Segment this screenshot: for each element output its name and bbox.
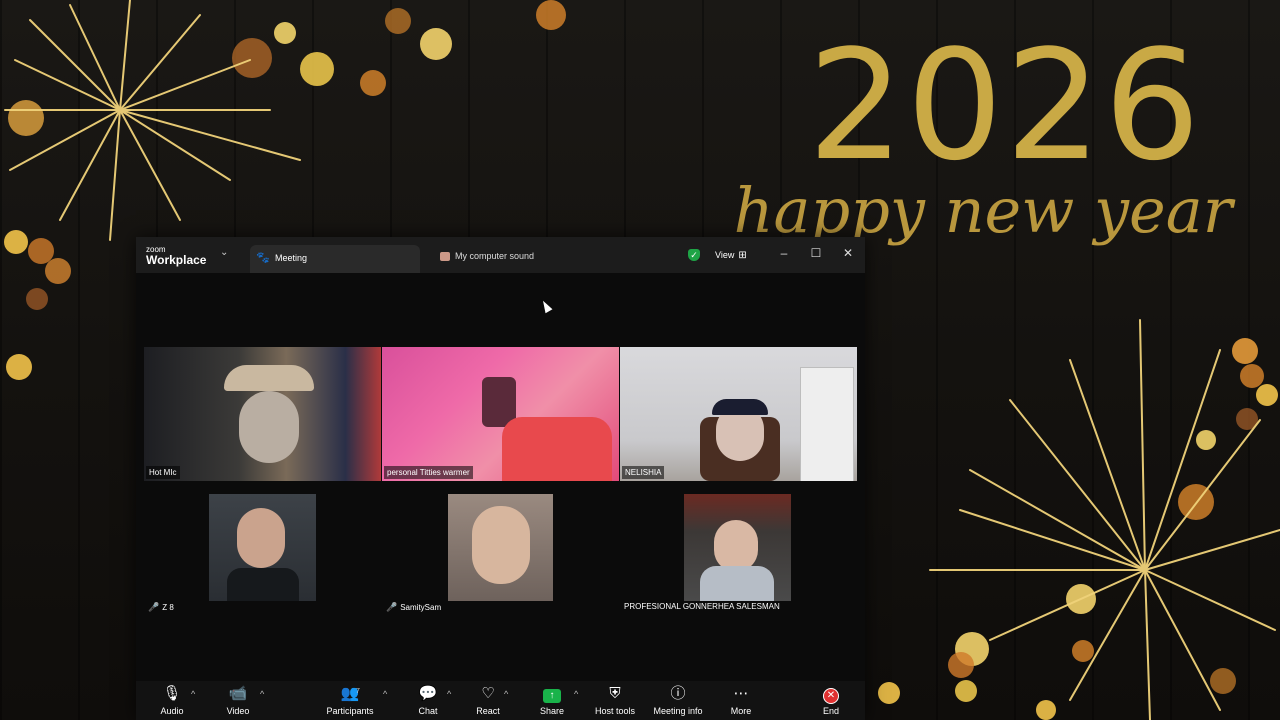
bokeh-dot bbox=[385, 8, 411, 34]
video-tile[interactable] bbox=[209, 494, 316, 601]
share-label: Share bbox=[539, 706, 565, 716]
cap-shape bbox=[712, 399, 768, 415]
video-tile[interactable] bbox=[448, 494, 553, 601]
meeting-info-label: Meeting info bbox=[653, 706, 703, 716]
title-bar: zoom Workplace ⌄ 🐾 Meeting My computer s… bbox=[136, 237, 865, 273]
more-dots-icon: ⋯ bbox=[733, 685, 749, 702]
chat-label: Chat bbox=[418, 706, 438, 716]
react-options-caret[interactable]: ^ bbox=[504, 689, 508, 699]
muted-mic-icon: 🎤 bbox=[386, 602, 398, 612]
audio-options-caret[interactable]: ^ bbox=[191, 689, 195, 699]
share-options-caret[interactable]: ^ bbox=[574, 689, 578, 699]
firework-burst-bottom-right bbox=[929, 319, 1280, 720]
end-button[interactable]: ✕ End bbox=[799, 685, 863, 716]
face-shape bbox=[237, 508, 285, 568]
participant-name-text: PROFESIONAL GONNERHEA SALESMAN bbox=[624, 602, 780, 611]
chevron-down-icon[interactable]: ⌄ bbox=[220, 247, 228, 258]
participant-name-text: Z 8 bbox=[162, 603, 174, 612]
face-shape bbox=[472, 506, 530, 584]
maximize-button[interactable]: ☐ bbox=[806, 246, 826, 260]
shield-icon: ⛨ bbox=[609, 685, 621, 702]
view-button[interactable]: View ⊞ bbox=[711, 247, 751, 264]
firework-burst-top-left bbox=[4, 0, 301, 241]
video-tile[interactable]: NELISHIA bbox=[620, 347, 857, 481]
brand-name: Workplace bbox=[146, 253, 207, 267]
new-year-greeting: happy new year bbox=[733, 174, 1233, 247]
minimize-button[interactable]: – bbox=[774, 246, 794, 260]
participants-options-caret[interactable]: ^ bbox=[383, 689, 387, 699]
participant-name-text: SamitySam bbox=[400, 603, 442, 612]
sound-share-icon bbox=[440, 252, 450, 262]
react-button[interactable]: ♡ React bbox=[456, 685, 520, 716]
video-tile[interactable]: personal Titties warmer bbox=[382, 347, 619, 481]
meeting-info-button[interactable]: ⓘ Meeting info bbox=[646, 685, 710, 716]
video-tile[interactable] bbox=[684, 494, 791, 601]
end-label: End bbox=[822, 706, 839, 716]
more-label: More bbox=[730, 706, 752, 716]
participant-name: NELISHIA bbox=[622, 466, 665, 479]
zoom-workplace-menu[interactable]: zoom Workplace bbox=[146, 245, 206, 267]
video-options-caret[interactable]: ^ bbox=[260, 689, 264, 699]
face-shape bbox=[714, 520, 758, 572]
face-shape bbox=[239, 391, 299, 463]
participant-name: 🎤 SamitySam bbox=[386, 602, 441, 613]
close-button[interactable]: ✕ bbox=[838, 246, 858, 260]
paw-icon: 🐾 bbox=[256, 252, 270, 264]
tab-sound-label: My computer sound bbox=[455, 251, 535, 261]
participant-name: Hot MIc bbox=[146, 466, 180, 479]
zoom-meeting-window: zoom Workplace ⌄ 🐾 Meeting My computer s… bbox=[136, 237, 865, 720]
participant-name: personal Titties warmer bbox=[384, 466, 473, 479]
participant-name: PROFESIONAL GONNERHEA SALESMAN bbox=[624, 602, 780, 611]
audio-label: Audio bbox=[160, 706, 184, 716]
participants-icon: 👥 bbox=[340, 685, 360, 702]
end-call-icon: ✕ bbox=[823, 688, 839, 704]
shirt-shape bbox=[227, 568, 299, 601]
bokeh-dot bbox=[878, 682, 900, 704]
more-button[interactable]: ⋯ More bbox=[709, 685, 773, 716]
participants-button[interactable]: 👥 7 Participants bbox=[318, 685, 382, 716]
host-tools-button[interactable]: ⛨ Host tools bbox=[583, 685, 647, 716]
host-tools-label: Host tools bbox=[594, 706, 636, 716]
tab-meeting-label: Meeting bbox=[275, 253, 308, 263]
info-icon: ⓘ bbox=[670, 685, 686, 702]
bokeh-dot bbox=[360, 70, 386, 96]
view-label: View bbox=[715, 250, 735, 260]
chat-options-caret[interactable]: ^ bbox=[447, 689, 451, 699]
bokeh-dot bbox=[6, 354, 32, 380]
bokeh-dot bbox=[45, 258, 71, 284]
participants-count: 7 bbox=[356, 688, 360, 695]
bokeh-dot bbox=[420, 28, 452, 60]
tab-computer-sound[interactable]: My computer sound bbox=[440, 251, 535, 262]
react-label: React bbox=[476, 706, 500, 716]
meeting-toolbar: 🎙 Audio ^ 📹 Video ^ 👥 7 Participants ^ 💬… bbox=[136, 681, 865, 720]
bokeh-dot bbox=[26, 288, 48, 310]
tab-meeting[interactable]: 🐾 Meeting bbox=[250, 245, 420, 273]
video-tile[interactable]: Hot MIc bbox=[144, 347, 381, 481]
shirt-shape bbox=[700, 566, 774, 601]
muted-mic-icon: 🎤 bbox=[148, 602, 160, 612]
video-label: Video bbox=[226, 706, 250, 716]
share-screen-icon: ↑ bbox=[543, 689, 561, 703]
shirt-shape bbox=[502, 417, 612, 481]
door-shape bbox=[800, 367, 854, 481]
encryption-shield-icon[interactable]: ✓ bbox=[688, 249, 700, 261]
new-year-title: 2026 bbox=[807, 17, 1203, 194]
bokeh-dot bbox=[536, 0, 566, 30]
participants-label: Participants bbox=[326, 706, 374, 716]
grid-icon: ⊞ bbox=[738, 250, 747, 261]
hat-shape bbox=[224, 365, 314, 391]
participant-name: 🎤 Z 8 bbox=[148, 602, 174, 613]
heart-icon: ♡ bbox=[481, 685, 495, 702]
